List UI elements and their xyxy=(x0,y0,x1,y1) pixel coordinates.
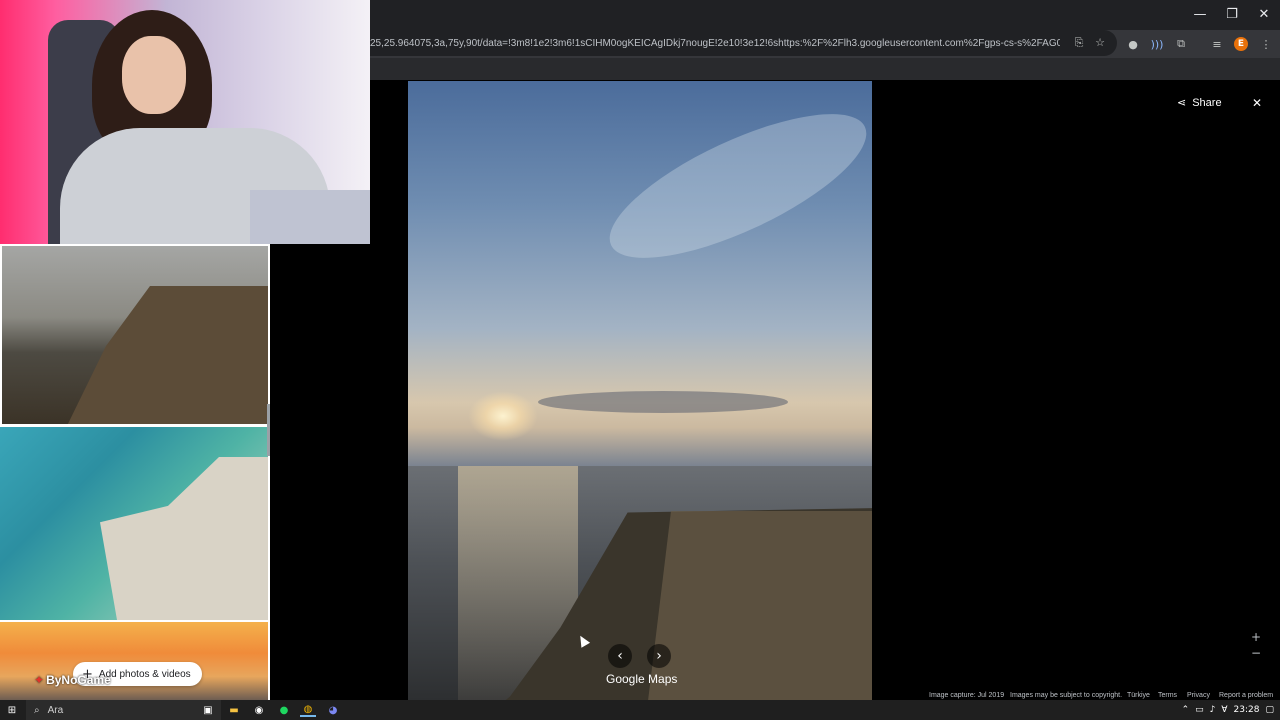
spotify-icon[interactable]: ● xyxy=(276,703,292,717)
next-photo-button[interactable]: › xyxy=(647,644,671,668)
streamer-watermark: ✦ ByNoGame xyxy=(34,673,111,687)
image-capture-date: Image capture: Jul 2019 xyxy=(929,692,1005,699)
extension-icon[interactable]: ● xyxy=(1125,36,1141,52)
street-view-photo[interactable] xyxy=(408,81,872,700)
discord-icon[interactable]: ◕ xyxy=(325,703,341,717)
minimize-button[interactable]: — xyxy=(1184,0,1216,28)
chevron-right-icon: › xyxy=(656,648,662,664)
terms-link[interactable]: Terms xyxy=(1158,692,1177,699)
thumbnail-rock xyxy=(100,457,268,620)
profile-avatar[interactable]: E xyxy=(1234,37,1248,51)
gallery-scrollbar[interactable] xyxy=(267,404,270,456)
chevron-left-icon: ‹ xyxy=(617,648,623,664)
screen: — ❐ ✕ 25,25.964075,3a,75y,90t/data=!3m8!… xyxy=(0,0,1280,720)
gallery-thumbnail[interactable] xyxy=(0,427,268,620)
clock[interactable]: 23:28 xyxy=(1234,705,1260,715)
windows-taskbar: ⊞ ⌕ Ara ▣ ▬ ◉ ● ◍ ◕ ⌃ ▭ ♪ Ɐ 23:28 ▢ xyxy=(0,700,1280,720)
notification-icon[interactable]: ▢ xyxy=(1265,705,1274,715)
zoom-controls: + − xyxy=(1251,630,1261,660)
gallery-thumbnail[interactable] xyxy=(0,622,268,700)
language-icon[interactable]: Ɐ xyxy=(1221,705,1227,715)
chevron-up-icon[interactable]: ⌃ xyxy=(1182,705,1190,715)
watermark-text: ByNoGame xyxy=(46,673,111,687)
search-placeholder: Ara xyxy=(47,704,64,716)
photo-cloud xyxy=(592,86,872,286)
volume-icon[interactable]: ♪ xyxy=(1210,705,1216,715)
share-button[interactable]: ⋖ Share xyxy=(1177,96,1222,109)
read-aloud-icon[interactable]: ))) xyxy=(1149,36,1165,52)
browser-toolbar: 25,25.964075,3a,75y,90t/data=!3m8!1e2!3m… xyxy=(370,30,1280,58)
photo-sun xyxy=(468,391,538,441)
window-controls: — ❐ ✕ xyxy=(1184,0,1280,30)
bookmark-star-icon[interactable]: ☆ xyxy=(1093,36,1107,50)
thumbnail-cliff xyxy=(62,286,268,424)
restore-button[interactable]: ❐ xyxy=(1216,0,1248,28)
webcam-overlay xyxy=(0,0,370,244)
close-viewer-button[interactable]: ✕ xyxy=(1252,96,1262,110)
system-tray: ⌃ ▭ ♪ Ɐ 23:28 ▢ xyxy=(1182,700,1280,720)
country-link[interactable]: Türkiye xyxy=(1127,692,1150,699)
url-text[interactable]: 25,25.964075,3a,75y,90t/data=!3m8!1e2!3m… xyxy=(370,38,1060,49)
photo-cliff-top xyxy=(648,511,872,700)
add-photos-label: Add photos & videos xyxy=(98,668,191,680)
share-label: Share xyxy=(1192,96,1222,109)
task-view-icon[interactable]: ▣ xyxy=(200,703,216,717)
install-app-icon[interactable]: ⎘ xyxy=(1072,36,1086,50)
menu-kebab-icon[interactable]: ⋮ xyxy=(1258,36,1274,52)
webcam-desk xyxy=(250,190,370,244)
address-bar[interactable]: 25,25.964075,3a,75y,90t/data=!3m8!1e2!3m… xyxy=(370,30,1117,56)
zoom-in-button[interactable]: + xyxy=(1251,630,1261,644)
chrome-icon[interactable]: ◍ xyxy=(300,703,316,717)
media-controls-icon[interactable]: ≡ xyxy=(1209,36,1225,52)
webcam-person-face xyxy=(122,36,186,114)
photo-gallery xyxy=(0,244,270,700)
streamer-logo-icon: ✦ xyxy=(34,673,45,687)
taskbar-search[interactable]: ⌕ Ara xyxy=(26,700,221,720)
browser-content-top xyxy=(370,58,1280,80)
previous-photo-button[interactable]: ‹ xyxy=(608,644,632,668)
privacy-link[interactable]: Privacy xyxy=(1187,692,1210,699)
copyright-notice: Images may be subject to copyright. xyxy=(1010,692,1123,699)
network-icon[interactable]: ▭ xyxy=(1195,705,1204,715)
app-icon[interactable]: ◉ xyxy=(251,703,267,717)
file-explorer-icon[interactable]: ▬ xyxy=(226,703,242,717)
gallery-thumbnail[interactable] xyxy=(2,246,268,424)
windows-start-icon[interactable]: ⊞ xyxy=(5,703,19,717)
report-problem-link[interactable]: Report a problem xyxy=(1219,692,1273,699)
share-icon: ⋖ xyxy=(1177,96,1187,109)
search-icon: ⌕ xyxy=(34,704,40,716)
close-icon: ✕ xyxy=(1252,96,1263,110)
browser-titlebar: — ❐ ✕ xyxy=(370,0,1280,30)
photo-cloud-band xyxy=(538,391,788,413)
close-window-button[interactable]: ✕ xyxy=(1248,0,1280,28)
extensions-puzzle-icon[interactable]: ⧉ xyxy=(1173,36,1189,52)
google-maps-logo: Google Maps xyxy=(606,672,678,686)
zoom-out-button[interactable]: − xyxy=(1251,646,1261,660)
